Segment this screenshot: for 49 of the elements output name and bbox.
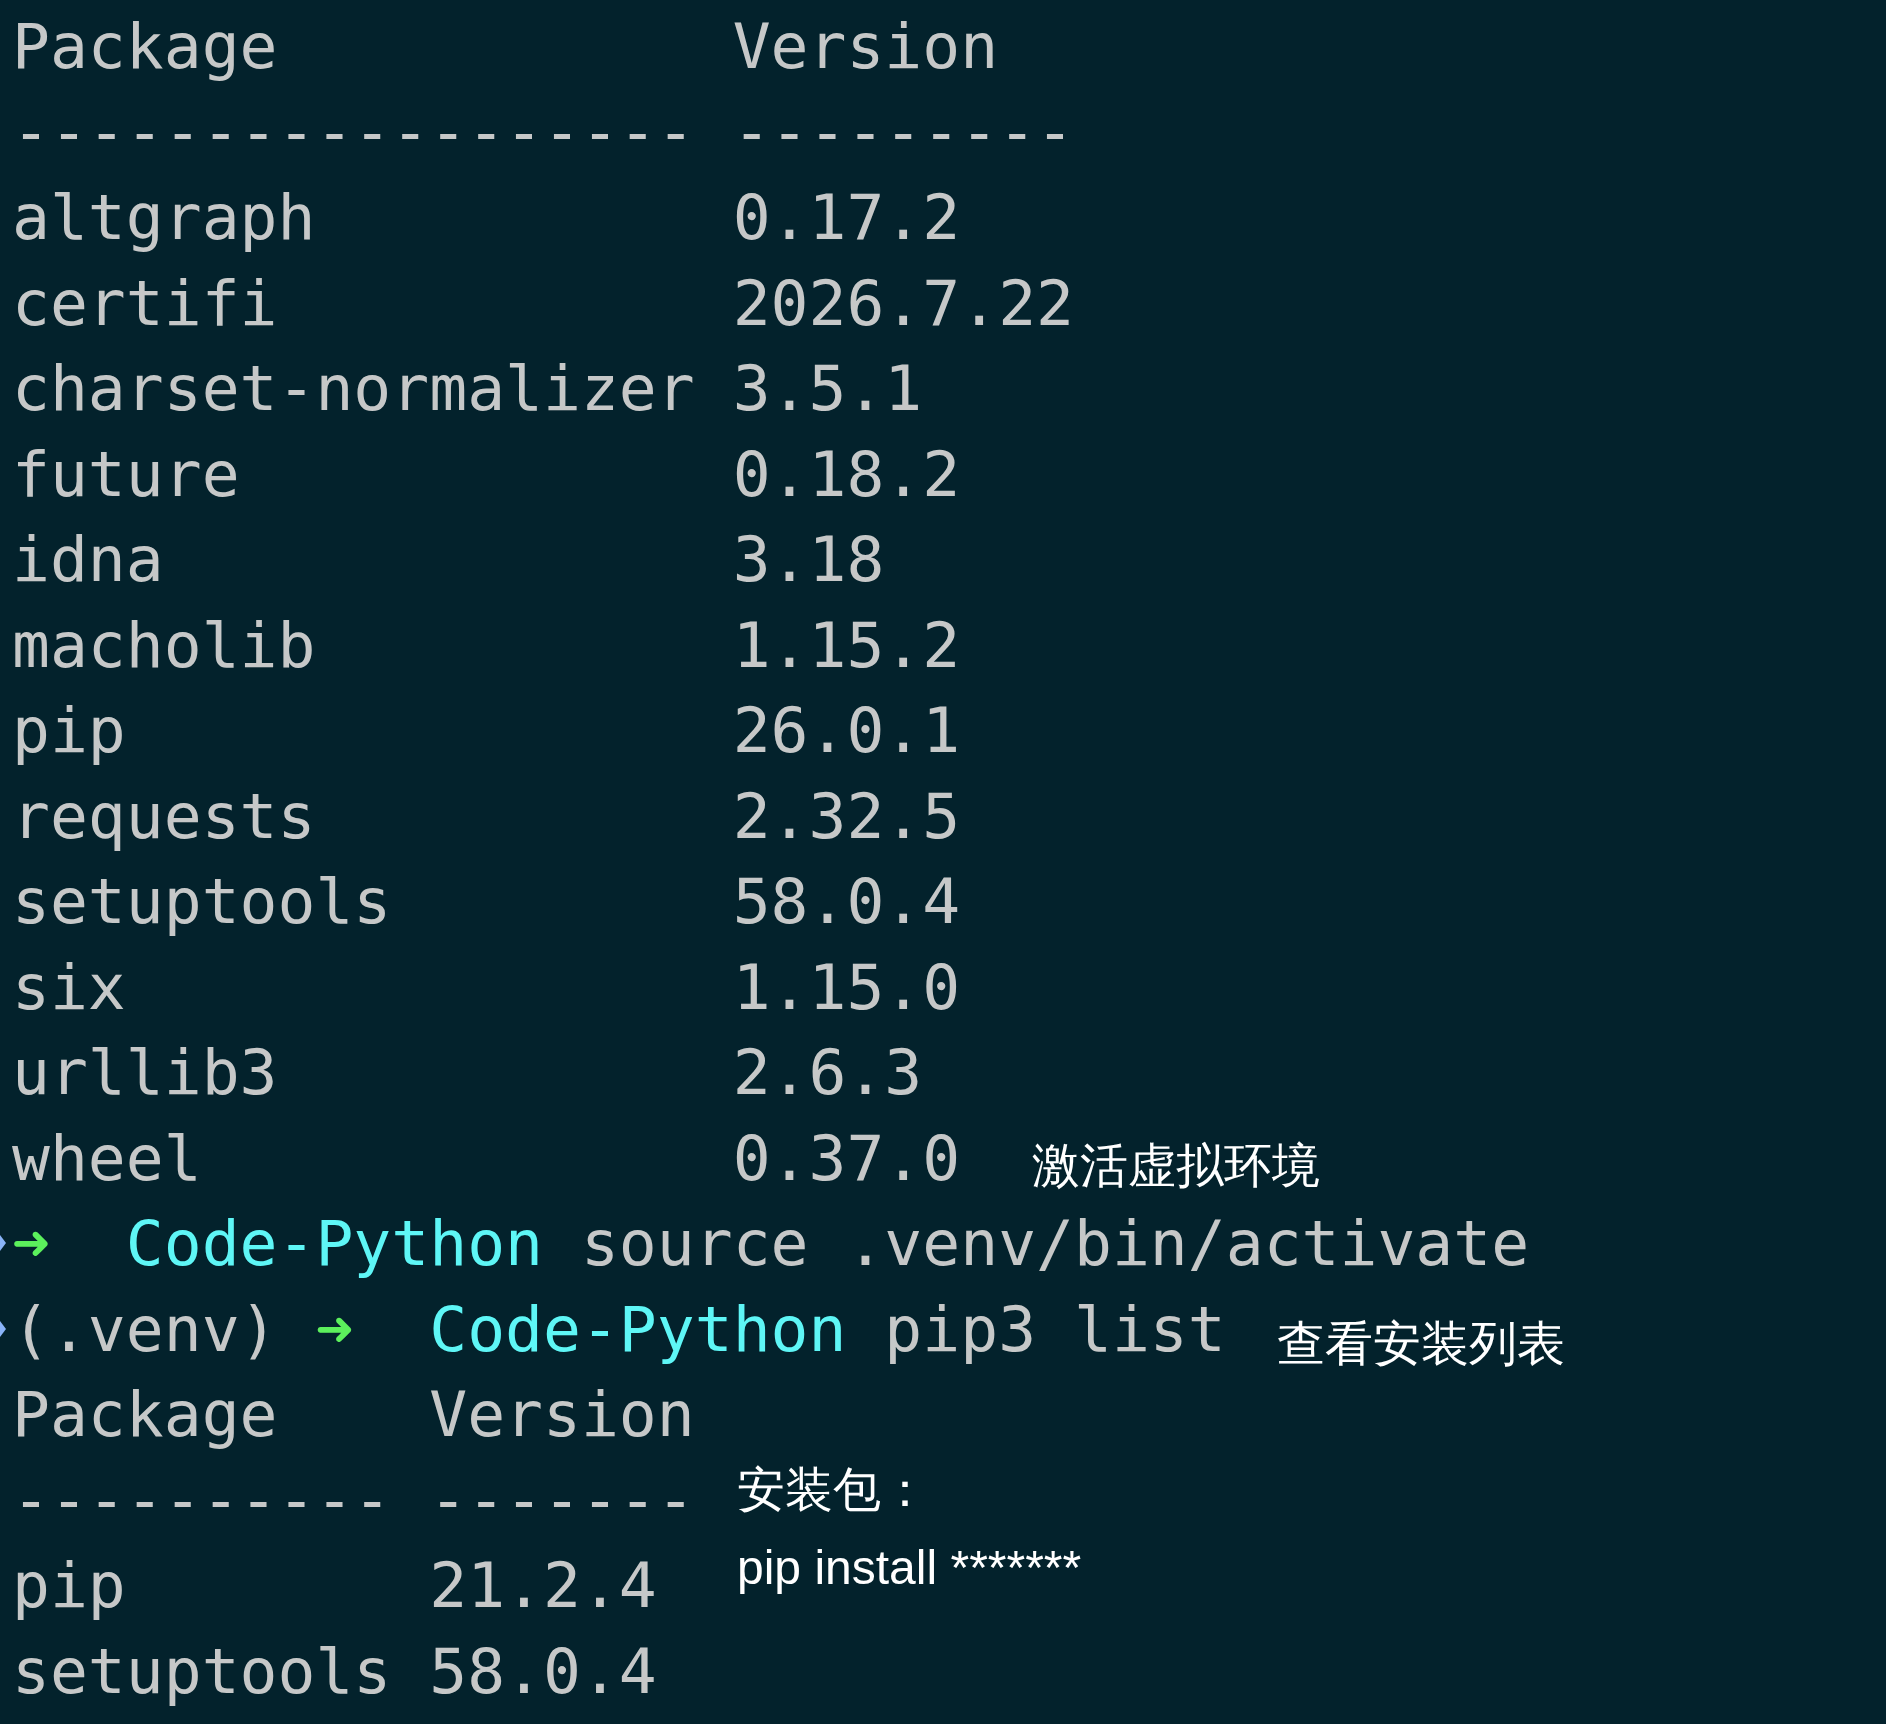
package-version: 21.2.4 [429, 1548, 657, 1624]
package-name: urllib3 [12, 1035, 279, 1111]
package-name: setuptools [12, 1633, 393, 1710]
annotation-text: 安装包： [737, 1462, 929, 1518]
package-name: pip [12, 1548, 127, 1624]
virtualenv-name: (.venv) [12, 1291, 279, 1368]
package-version: 58.0.4 [732, 864, 961, 940]
package-name: idna [12, 522, 165, 598]
prompt-arrow: ➜ [315, 1291, 355, 1368]
package-version: 3.18 [732, 522, 885, 598]
package-name: macholib [12, 607, 317, 684]
package-version: 0.37.0 [732, 1120, 961, 1197]
directory-name: Code-Python [429, 1291, 848, 1368]
separator-dashes: ---------- [12, 1462, 393, 1539]
package-name: altgraph [12, 180, 317, 256]
annotation-text: 查看安装列表 [1277, 1316, 1565, 1372]
annotation-text: 激活虚拟环境 [1032, 1138, 1320, 1194]
separator-dashes: ------- [429, 1462, 695, 1539]
package-name: six [12, 949, 127, 1026]
column-header: Package [12, 9, 279, 85]
column-header: Version [429, 1377, 695, 1453]
column-header: Package [12, 1377, 279, 1453]
separator-dashes: --------- [732, 94, 1074, 171]
prompt-arrow: ➜ [12, 1206, 51, 1282]
directory-name: Code-Python [125, 1206, 544, 1282]
column-header: Version [732, 9, 999, 85]
package-version: 2.6.3 [732, 1035, 923, 1111]
annotation-text: pip install ******* [737, 1540, 1082, 1596]
prompt-marker-icon [0, 1320, 6, 1337]
package-name: wheel [12, 1120, 203, 1197]
package-name: future [12, 436, 241, 513]
package-version: 26.0.1 [732, 693, 961, 769]
package-version: 3.5.1 [732, 351, 923, 427]
command-text: source .venv/bin/activate [580, 1206, 1530, 1282]
package-version: 1.15.0 [732, 949, 961, 1026]
package-name: setuptools [12, 864, 393, 940]
package-version: 1.15.2 [732, 607, 961, 684]
package-version: 2026.7.22 [732, 265, 1074, 342]
package-version: 0.18.2 [732, 436, 961, 513]
package-version: 58.0.4 [429, 1633, 657, 1710]
package-name: charset-normalizer [12, 351, 696, 427]
separator-dashes: ------------------ [12, 94, 696, 171]
package-version: 0.17.2 [732, 180, 961, 256]
package-name: requests [12, 778, 317, 855]
package-name: pip [12, 693, 127, 769]
package-version: 2.32.5 [732, 778, 961, 855]
prompt-marker-icon [0, 1235, 6, 1251]
package-name: certifi [12, 265, 279, 342]
command-text: pip3 list [884, 1291, 1226, 1368]
